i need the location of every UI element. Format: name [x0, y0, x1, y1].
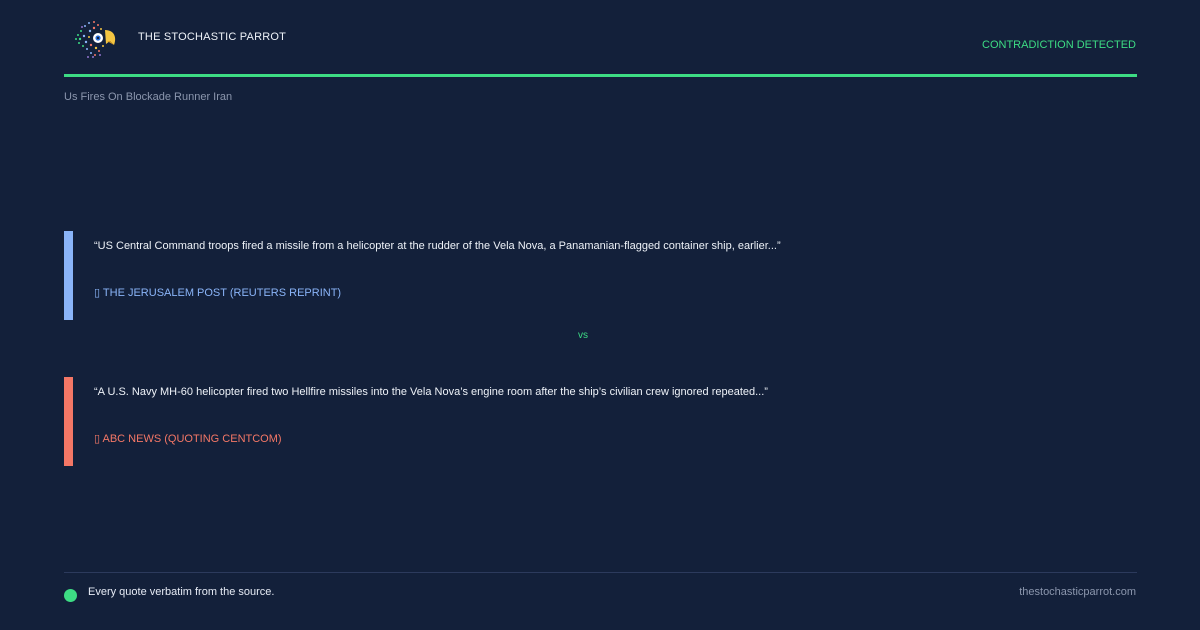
footer-note: Every quote verbatim from the source. [88, 586, 275, 598]
quote-card-2: “A U.S. Navy MH-60 helicopter fired two … [64, 377, 1064, 466]
status-badge: CONTRADICTION DETECTED [982, 39, 1136, 51]
parrot-logo-icon [75, 21, 116, 58]
header-divider [64, 74, 1137, 77]
quote-card-1: “US Central Command troops fired a missi… [64, 231, 1064, 320]
logo [70, 17, 118, 61]
quote-source: ▯ THE JERUSALEM POST (REUTERS REPRINT) [94, 287, 342, 299]
brand-name: THE STOCHASTIC PARROT [138, 31, 287, 43]
status-dot-icon [64, 589, 77, 602]
quote-text: “A U.S. Navy MH-60 helicopter fired two … [94, 386, 768, 398]
story-headline: Us Fires On Blockade Runner Iran [64, 91, 233, 103]
site-url: thestochasticparrot.com [1019, 586, 1136, 598]
quote-text: “US Central Command troops fired a missi… [94, 240, 781, 252]
quote-accent-bar [64, 231, 73, 320]
footer-divider [64, 572, 1137, 573]
versus-separator: vs [578, 330, 588, 341]
quote-accent-bar [64, 377, 73, 466]
quote-source: ▯ ABC NEWS (QUOTING CENTCOM) [94, 433, 282, 445]
